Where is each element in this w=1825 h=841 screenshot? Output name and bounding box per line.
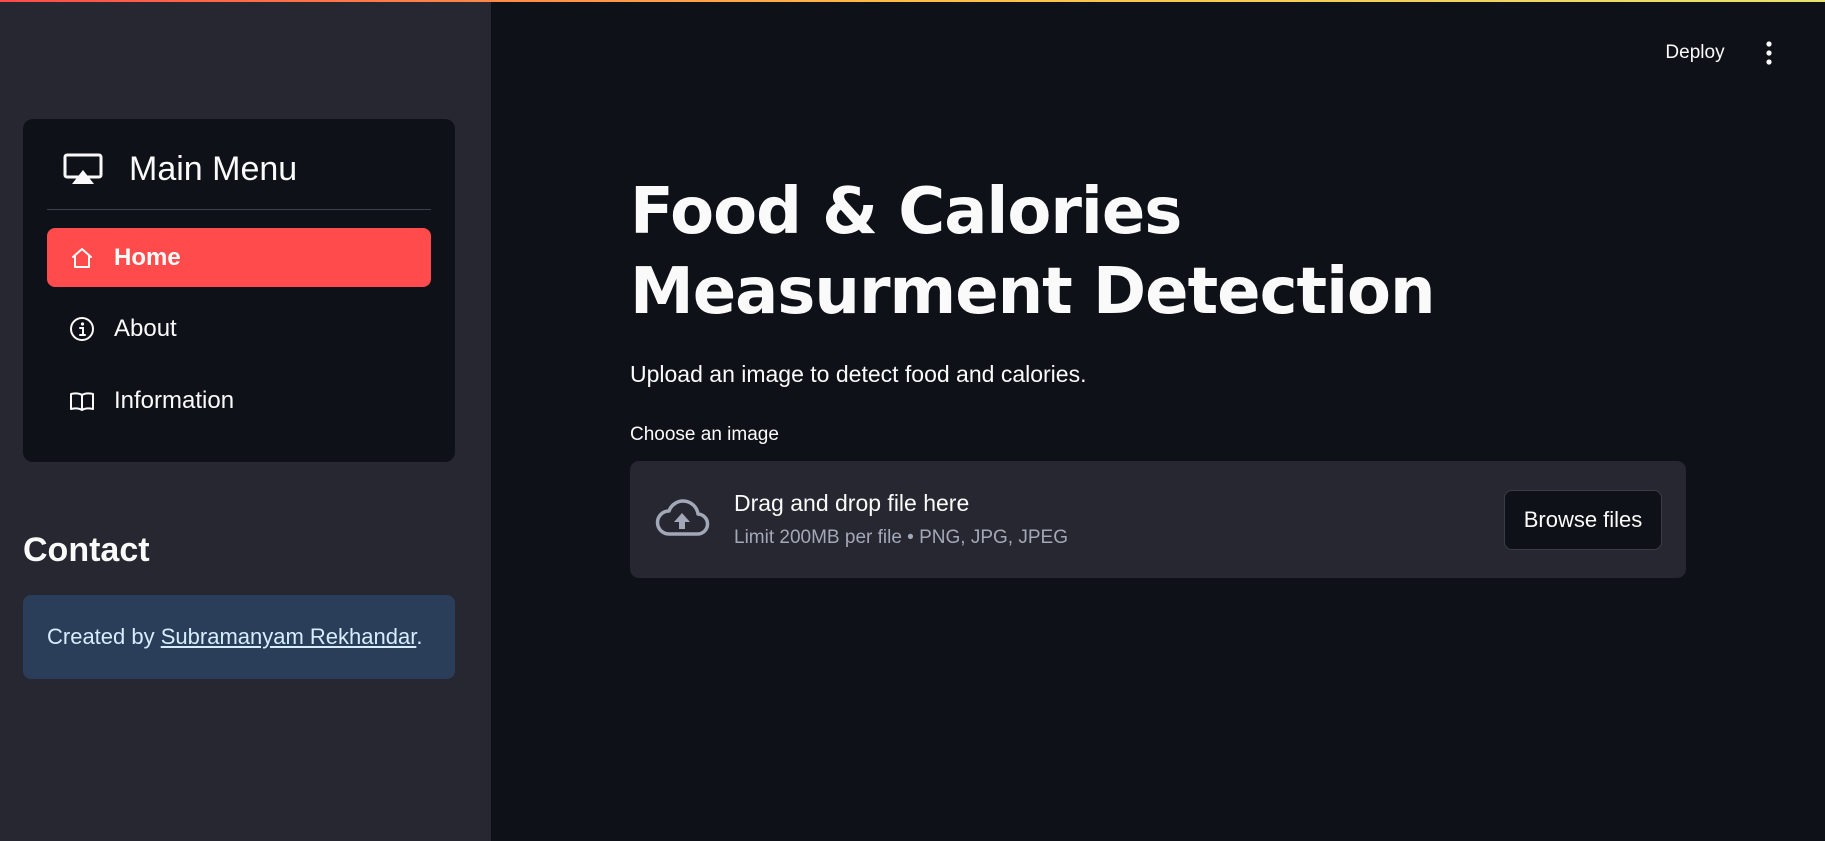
dropzone-limits: Limit 200MB per file • PNG, JPG, JPEG xyxy=(734,527,1068,548)
menu-item-label: Information xyxy=(114,387,235,414)
dropzone-instructions: Drag and drop file here xyxy=(734,490,970,516)
vertical-ellipsis-icon xyxy=(1754,41,1784,72)
house-icon xyxy=(69,245,95,271)
menu-item-label: About xyxy=(114,315,177,342)
sidebar: Main Menu Home About Information Contact… xyxy=(0,0,491,841)
browse-files-button[interactable]: Browse files xyxy=(1504,490,1662,550)
main-menu-button[interactable] xyxy=(1754,38,1784,68)
menu-item-information[interactable]: Information xyxy=(47,371,431,430)
page-subtitle: Upload an image to detect food and calor… xyxy=(630,361,1087,387)
top-decoration-bar xyxy=(0,0,1825,2)
deploy-button[interactable]: Deploy xyxy=(1652,38,1738,68)
menu-title: Main Menu xyxy=(129,150,298,188)
app-root: Main Menu Home About Information Contact… xyxy=(0,0,1825,841)
menu-item-about[interactable]: About xyxy=(47,299,431,358)
menu-item-label: Home xyxy=(114,244,181,271)
contact-info-box: Created by Subramanyam Rekhandar. xyxy=(23,595,455,679)
contact-suffix: . xyxy=(416,624,423,649)
contact-heading: Contact xyxy=(23,531,150,569)
cloud-upload-icon xyxy=(654,496,710,540)
page-title: Food & Calories Measurment Detection xyxy=(630,175,1436,329)
main-menu: Main Menu Home About Information xyxy=(23,119,455,462)
cast-icon xyxy=(63,153,103,187)
contact-prefix: Created by xyxy=(47,624,161,649)
menu-divider xyxy=(47,209,431,210)
file-dropzone[interactable]: Drag and drop file here Limit 200MB per … xyxy=(630,461,1686,578)
file-uploader-label: Choose an image xyxy=(630,424,779,445)
author-link[interactable]: Subramanyam Rekhandar xyxy=(161,624,417,649)
menu-header: Main Menu xyxy=(23,119,455,210)
info-circle-icon xyxy=(69,316,95,342)
contact-text: Created by Subramanyam Rekhandar. xyxy=(47,623,422,651)
menu-item-home[interactable]: Home xyxy=(47,228,431,287)
book-icon xyxy=(69,388,95,414)
